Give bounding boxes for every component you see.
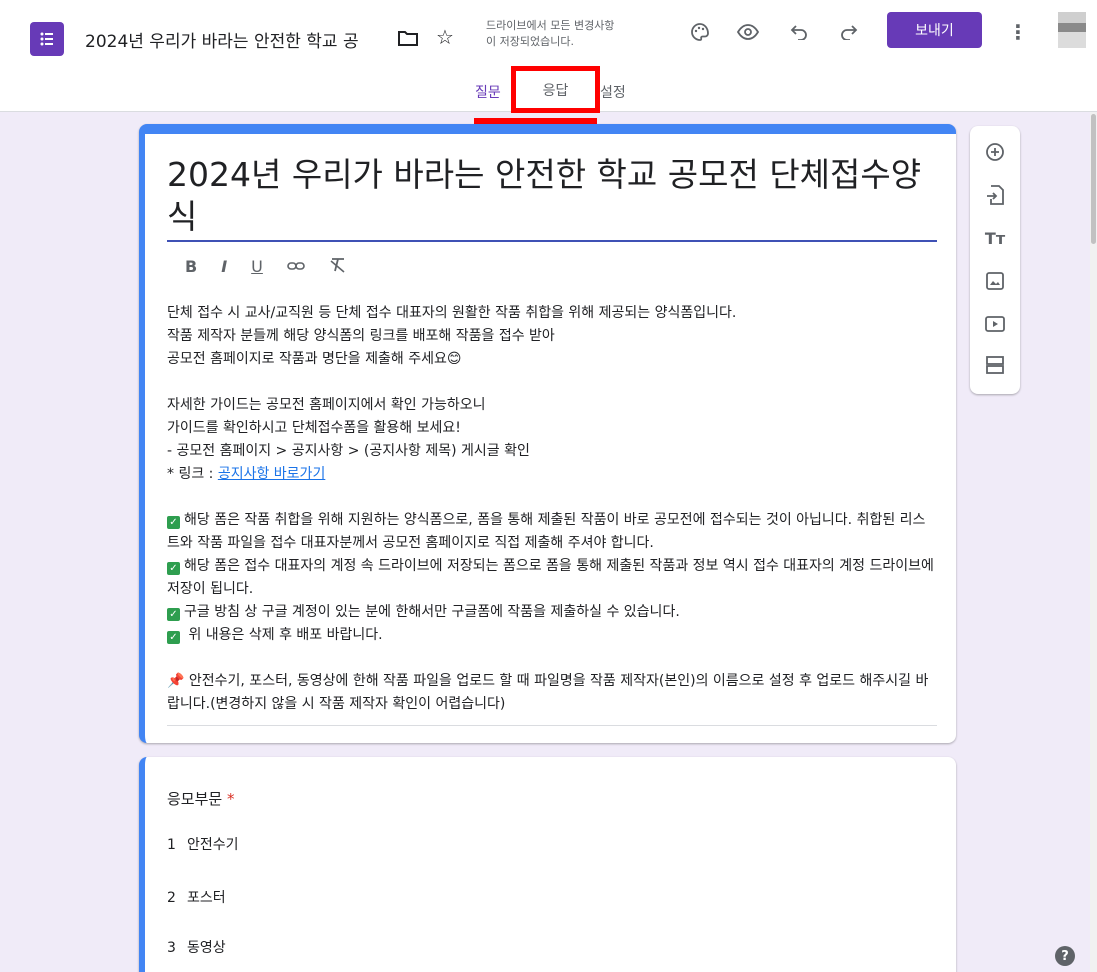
check-mark-icon: ✓ <box>167 608 180 621</box>
list-item[interactable]: 2 포스터 <box>167 887 226 907</box>
check-mark-icon: ✓ <box>167 516 180 529</box>
add-image-icon[interactable] <box>983 269 1007 293</box>
check-mark-icon: ✓ <box>167 562 180 575</box>
question-title: 응모부문 * <box>167 790 235 808</box>
tab-responses[interactable]: 응답 <box>511 66 600 113</box>
preview-eye-icon[interactable] <box>736 20 760 44</box>
tab-responses-label: 응답 <box>542 82 569 99</box>
add-title-icon[interactable]: Tт <box>983 226 1007 250</box>
list-item[interactable]: 3 동영상 <box>167 937 226 957</box>
underline-button[interactable]: U <box>251 257 263 277</box>
description-underline <box>167 725 937 726</box>
autosave-status: 드라이브에서 모든 변경사항 이 저장되었습니다. <box>486 19 615 48</box>
notice-link[interactable]: 공지사항 바로가기 <box>218 466 326 482</box>
add-section-icon[interactable] <box>983 353 1007 377</box>
add-video-icon[interactable] <box>983 312 1007 336</box>
clear-formatting-icon[interactable] <box>329 257 347 277</box>
send-button[interactable]: 보내기 <box>887 12 982 48</box>
move-to-folder-icon[interactable] <box>396 26 420 50</box>
tab-questions[interactable]: 질문 <box>475 82 501 102</box>
bold-button[interactable]: B <box>185 257 197 277</box>
insert-link-icon[interactable] <box>287 257 305 277</box>
import-questions-icon[interactable] <box>983 183 1007 207</box>
document-title[interactable]: 2024년 우리가 바라는 안전한 학교 공 <box>85 27 390 52</box>
form-description[interactable]: 단체 접수 시 교사/교직원 등 단체 접수 대표자의 원활한 작품 취합을 위… <box>167 302 937 716</box>
help-icon[interactable]: ? <box>1055 946 1075 966</box>
undo-icon[interactable] <box>787 20 811 44</box>
floating-toolbar: Tт <box>970 126 1020 394</box>
check-mark-icon: ✓ <box>167 631 180 644</box>
text-format-toolbar: B I U <box>185 257 347 277</box>
more-options-icon[interactable]: ⋮ <box>1008 20 1028 44</box>
google-forms-logo-icon[interactable] <box>30 22 64 56</box>
customize-theme-icon[interactable] <box>688 20 712 44</box>
required-asterisk: * <box>226 790 235 808</box>
question-card[interactable]: 응모부문 * 1 안전수기 2 포스터 3 동영상 <box>139 757 956 972</box>
scrollbar-thumb[interactable] <box>1091 114 1096 244</box>
list-item[interactable]: 1 안전수기 <box>167 834 239 854</box>
form-title[interactable]: 2024년 우리가 바라는 안전한 학교 공모전 단체접수양식 <box>167 154 937 242</box>
star-icon[interactable]: ☆ <box>433 24 457 50</box>
add-question-icon[interactable] <box>983 140 1007 164</box>
italic-button[interactable]: I <box>221 257 227 277</box>
top-app-bar: 2024년 우리가 바라는 안전한 학교 공 ☆ 드라이브에서 모든 변경사항 … <box>0 0 1097 70</box>
account-avatar[interactable] <box>1058 12 1086 48</box>
form-header-card[interactable]: 2024년 우리가 바라는 안전한 학교 공모전 단체접수양식 B I U 단체… <box>139 124 956 743</box>
tab-settings[interactable]: 설정 <box>600 82 626 102</box>
pushpin-icon: 📌 <box>167 673 185 689</box>
redo-icon[interactable] <box>837 20 861 44</box>
